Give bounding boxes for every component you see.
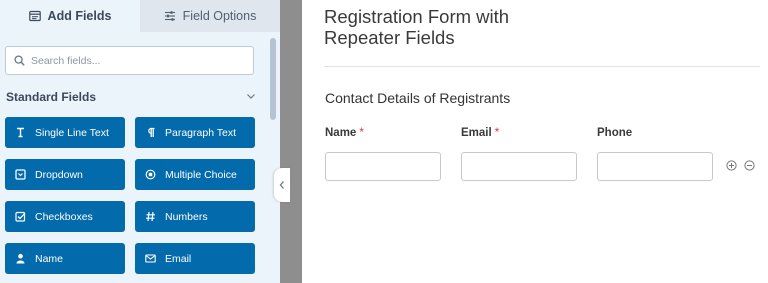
field-label: Name bbox=[35, 252, 64, 265]
panel-scrollbar[interactable] bbox=[270, 38, 276, 120]
hash-icon bbox=[145, 211, 156, 222]
email-button[interactable]: Email bbox=[135, 243, 255, 274]
add-fields-icon bbox=[28, 10, 41, 22]
text-cursor-icon bbox=[15, 127, 26, 138]
phone-field[interactable] bbox=[597, 152, 713, 181]
search-box bbox=[5, 46, 254, 75]
tab-label: Add Fields bbox=[47, 9, 112, 23]
field-label: Single Line Text bbox=[35, 126, 109, 139]
label-text: Phone bbox=[597, 127, 633, 139]
remove-row-icon[interactable] bbox=[744, 160, 755, 171]
label-text: Email bbox=[461, 127, 492, 139]
checkboxes-button[interactable]: Checkboxes bbox=[5, 201, 125, 232]
panel-tabs: Add Fields Field Options bbox=[0, 0, 280, 32]
dropdown-button[interactable]: Dropdown bbox=[5, 159, 125, 190]
add-row-icon[interactable] bbox=[726, 160, 737, 171]
section-title: Standard Fields bbox=[6, 90, 97, 104]
name-button[interactable]: Name bbox=[5, 243, 125, 274]
phone-label: Phone bbox=[597, 127, 635, 139]
single-line-text-button[interactable]: Single Line Text bbox=[5, 117, 125, 148]
field-label: Multiple Choice bbox=[165, 168, 237, 181]
panel-divider bbox=[280, 0, 302, 283]
field-label: Paragraph Text bbox=[165, 126, 237, 139]
chevron-left-icon bbox=[279, 181, 284, 189]
field-label: Numbers bbox=[165, 210, 208, 223]
pilcrow-icon bbox=[145, 127, 156, 138]
name-label: Name * bbox=[325, 127, 364, 139]
user-icon bbox=[15, 253, 26, 264]
radio-icon bbox=[145, 169, 156, 180]
tab-label: Field Options bbox=[182, 9, 257, 23]
fields-panel: Add Fields Field Options Standard Fields bbox=[0, 0, 280, 283]
collapse-panel-toggle[interactable] bbox=[274, 168, 290, 202]
tab-field-options[interactable]: Field Options bbox=[140, 0, 280, 32]
tab-add-fields[interactable]: Add Fields bbox=[0, 0, 140, 32]
field-label: Dropdown bbox=[35, 168, 83, 181]
field-label: Email bbox=[165, 252, 192, 265]
required-marker: * bbox=[359, 127, 364, 139]
form-section-title: Contact Details of Registrants bbox=[325, 90, 511, 106]
search-input[interactable] bbox=[31, 54, 231, 67]
search-icon bbox=[14, 55, 25, 66]
name-field[interactable] bbox=[325, 152, 441, 181]
paragraph-text-button[interactable]: Paragraph Text bbox=[135, 117, 255, 148]
dropdown-icon bbox=[15, 169, 26, 180]
field-label: Checkboxes bbox=[35, 210, 93, 223]
numbers-button[interactable]: Numbers bbox=[135, 201, 255, 232]
title-divider bbox=[324, 66, 760, 67]
form-title: Registration Form with Repeater Fields bbox=[324, 6, 510, 48]
multiple-choice-button[interactable]: Multiple Choice bbox=[135, 159, 255, 190]
chevron-down-icon[interactable] bbox=[245, 90, 257, 102]
checkbox-icon bbox=[15, 211, 26, 222]
label-text: Name bbox=[325, 127, 357, 139]
sliders-icon bbox=[164, 11, 175, 21]
envelope-icon bbox=[145, 253, 156, 264]
email-label: Email * bbox=[461, 127, 499, 139]
email-field[interactable] bbox=[461, 152, 577, 181]
required-marker: * bbox=[494, 127, 500, 139]
